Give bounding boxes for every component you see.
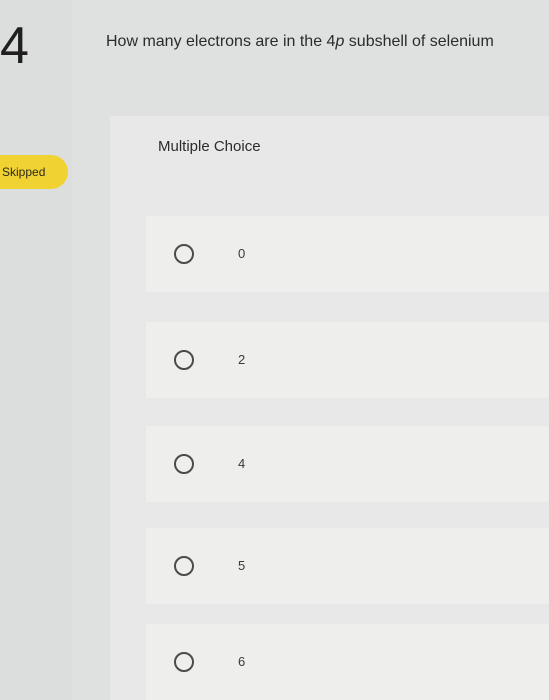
question-text: How many electrons are in the 4p subshel… (106, 33, 494, 51)
answer-panel (110, 116, 549, 700)
question-text-part: subshell of selenium (344, 33, 494, 50)
question-type-label: Multiple Choice (158, 138, 261, 155)
radio-button[interactable] (174, 244, 194, 264)
answer-option-5[interactable]: 5 (146, 528, 549, 604)
answer-option-2[interactable]: 2 (146, 322, 549, 398)
option-label: 4 (238, 456, 246, 471)
radio-button[interactable] (174, 350, 194, 370)
question-number: 4 (0, 17, 29, 75)
radio-button[interactable] (174, 556, 194, 576)
radio-button[interactable] (174, 454, 194, 474)
option-label: 6 (238, 654, 246, 669)
left-rail (0, 0, 72, 700)
question-text-part: How many electrons are in the 4 (106, 33, 336, 50)
radio-button[interactable] (174, 652, 194, 672)
option-label: 0 (238, 246, 246, 261)
answer-option-4[interactable]: 4 (146, 426, 549, 502)
answer-option-6[interactable]: 6 (146, 624, 549, 700)
status-badge: Skipped (0, 155, 68, 189)
option-label: 2 (238, 352, 246, 367)
answer-option-0[interactable]: 0 (146, 216, 549, 292)
option-label: 5 (238, 558, 246, 573)
